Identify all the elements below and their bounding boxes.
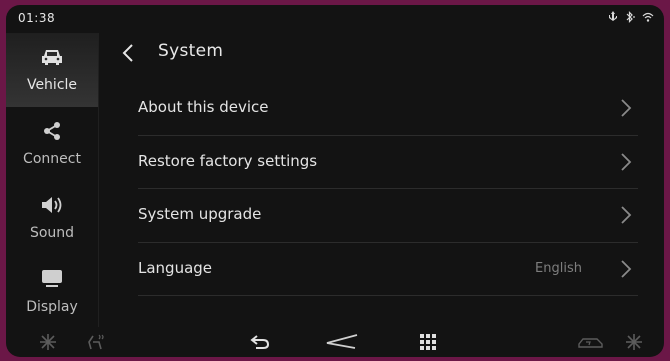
sidebar-item-vehicle[interactable]: Vehicle [6, 33, 98, 107]
car-icon [6, 45, 98, 69]
seat-heat-icon[interactable] [84, 331, 106, 353]
back-arrow-icon[interactable] [248, 331, 272, 353]
sidebar-item-label: Connect [23, 151, 81, 167]
sidebar-item-connect[interactable]: Connect [6, 107, 98, 181]
chevron-right-icon [621, 152, 632, 171]
list-item-label: Restore factory settings [138, 151, 318, 170]
list-item-label: System upgrade [138, 205, 262, 223]
home-logo-icon[interactable] [324, 331, 360, 353]
status-bar: 01:38 [6, 5, 664, 33]
sidebar-item-display[interactable]: Display [6, 255, 98, 329]
back-button[interactable] [114, 39, 142, 67]
chevron-right-icon [621, 206, 632, 224]
share-icon [6, 119, 98, 143]
sidebar-item-label: Vehicle [26, 77, 78, 93]
usb-icon [608, 11, 618, 26]
display-icon [6, 267, 98, 291]
wifi-icon [642, 11, 654, 26]
fan-right-icon[interactable] [624, 331, 644, 353]
clock: 01:38 [18, 11, 56, 25]
app-grid-icon[interactable] [418, 331, 438, 353]
list-item-system-upgrade[interactable]: System upgrade [138, 189, 638, 243]
speaker-icon [6, 193, 98, 217]
settings-list: About this device Restore factory settin… [138, 82, 638, 296]
list-item-restore-factory[interactable]: Restore factory settings [138, 136, 638, 189]
sidebar-item-sound[interactable]: Sound [6, 181, 98, 255]
fan-left-icon[interactable] [38, 331, 58, 353]
list-item-value: English [535, 260, 582, 276]
sidebar-item-label: Sound [29, 225, 75, 241]
sidebar: Vehicle Connect Sound Display [6, 33, 99, 327]
list-item-about-device[interactable]: About this device [138, 82, 638, 136]
list-item-label: Language [138, 258, 213, 277]
bottom-bar [6, 327, 664, 357]
chevron-right-icon [621, 99, 632, 117]
head-unit-screen: 01:38 Vehicle Connect Sound Display Syst… [6, 5, 664, 357]
chevron-right-icon [621, 259, 632, 278]
list-item-label: About this device [138, 98, 269, 116]
chevron-left-icon [122, 44, 133, 62]
page-title: System [158, 41, 224, 61]
sidebar-item-label: Display [26, 299, 78, 315]
list-item-language[interactable]: Language English [138, 243, 638, 296]
status-icons [608, 11, 654, 26]
bluetooth-icon [624, 11, 636, 26]
car-climate-icon[interactable] [576, 331, 606, 353]
